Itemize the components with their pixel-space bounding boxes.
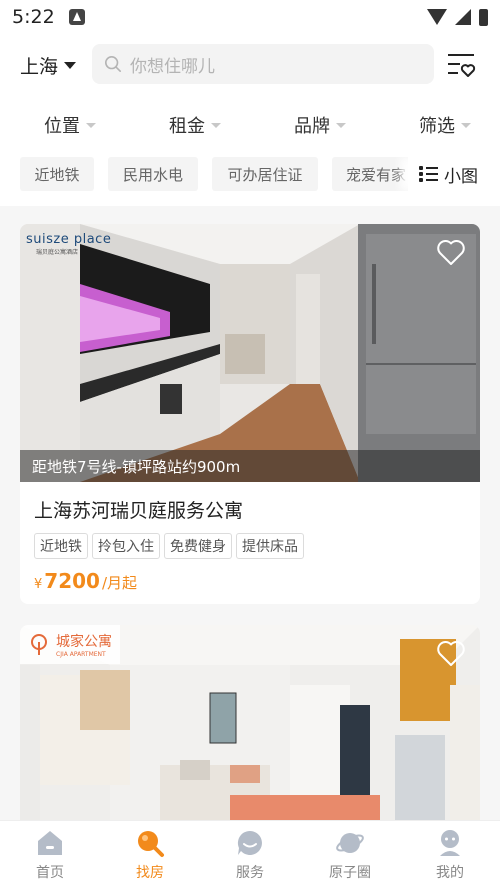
home-icon bbox=[38, 831, 62, 855]
brand-logo: 城家公寓 CJIA APARTMENT bbox=[20, 625, 120, 664]
listing-card[interactable]: suisze place 瑞贝庭公寓酒店 距地铁7号线-镇坪路站约900m 上海… bbox=[20, 224, 480, 604]
tab-label: 原子圈 bbox=[329, 865, 371, 881]
listing-photo: 城家公寓 CJIA APARTMENT bbox=[20, 625, 480, 820]
listing-tags: 近地铁 拎包入住 免费健身 提供床品 bbox=[34, 533, 480, 559]
listing-tag: 提供床品 bbox=[236, 533, 304, 559]
brand-subtitle: 瑞贝庭公寓酒店 bbox=[36, 249, 79, 256]
quick-tag-chip[interactable]: 近地铁 bbox=[20, 157, 94, 191]
triangle-down-icon bbox=[86, 122, 96, 128]
quick-tag-chip[interactable]: 民用水电 bbox=[108, 157, 198, 191]
bottom-tab-bar: 首页 找房 服务 原子圈 我的 bbox=[0, 820, 500, 888]
listing-tag: 拎包入住 bbox=[92, 533, 160, 559]
brand-mark-icon bbox=[31, 633, 47, 655]
quick-tag-chip[interactable]: 可办居住证 bbox=[212, 157, 318, 191]
filter-brand[interactable]: 品牌 bbox=[294, 112, 346, 138]
listing-card[interactable]: 城家公寓 CJIA APARTMENT bbox=[20, 625, 480, 820]
tab-label: 首页 bbox=[36, 865, 64, 881]
tab-service[interactable]: 服务 bbox=[200, 821, 300, 888]
user-icon bbox=[440, 830, 460, 856]
listing-tag: 近地铁 bbox=[34, 533, 88, 559]
brand-name: suisze place bbox=[26, 232, 112, 247]
favorites-list-icon[interactable] bbox=[446, 52, 476, 78]
tab-home[interactable]: 首页 bbox=[0, 821, 100, 888]
filter-location[interactable]: 位置 bbox=[44, 112, 96, 138]
triangle-down-icon bbox=[336, 122, 346, 128]
battery-icon bbox=[479, 8, 488, 26]
metro-distance-caption: 距地铁7号线-镇坪路站约900m bbox=[20, 450, 480, 482]
listing-photo: suisze place 瑞贝庭公寓酒店 距地铁7号线-镇坪路站约900m bbox=[20, 224, 480, 482]
city-label: 上海 bbox=[20, 56, 59, 78]
price-amount: 7200 bbox=[44, 569, 100, 593]
listing-tag: 免费健身 bbox=[164, 533, 232, 559]
view-toggle-button[interactable]: 小图 bbox=[408, 157, 500, 191]
service-chat-icon bbox=[237, 830, 262, 855]
planet-icon bbox=[336, 833, 364, 853]
cell-signal-icon bbox=[455, 9, 471, 25]
favorite-heart-icon[interactable] bbox=[436, 639, 466, 667]
caret-down-icon bbox=[64, 62, 77, 69]
filter-label: 租金 bbox=[169, 116, 205, 137]
tab-find-room[interactable]: 找房 bbox=[100, 821, 200, 888]
listing-price: ¥ 7200 /月起 bbox=[34, 569, 480, 593]
brand-name: 城家公寓 bbox=[56, 634, 112, 650]
brand-subtitle: CJIA APARTMENT bbox=[56, 651, 106, 658]
filter-more[interactable]: 筛选 bbox=[419, 112, 471, 138]
price-unit: /月起 bbox=[101, 574, 138, 592]
app-notification-icon bbox=[68, 9, 85, 25]
header: 上海 你想住哪儿 bbox=[0, 44, 500, 84]
brand-logo: suisze place 瑞贝庭公寓酒店 bbox=[20, 224, 117, 264]
filter-label: 位置 bbox=[44, 116, 80, 137]
tab-label: 找房 bbox=[136, 865, 164, 881]
filter-label: 筛选 bbox=[419, 116, 455, 137]
triangle-down-icon bbox=[211, 122, 221, 128]
search-bar[interactable]: 你想住哪儿 bbox=[92, 44, 434, 84]
search-placeholder: 你想住哪儿 bbox=[130, 56, 215, 77]
search-icon bbox=[104, 55, 122, 73]
status-icons bbox=[427, 8, 488, 26]
view-toggle-label: 小图 bbox=[444, 166, 478, 187]
wifi-icon bbox=[427, 9, 447, 25]
status-time: 5:22 bbox=[12, 6, 55, 28]
price-currency: ¥ bbox=[34, 577, 43, 592]
filter-bar: 位置 租金 品牌 筛选 bbox=[0, 112, 500, 140]
list-view-icon bbox=[419, 166, 438, 182]
tab-atom-circle[interactable]: 原子圈 bbox=[300, 821, 400, 888]
listing-title: 上海苏河瑞贝庭服务公寓 bbox=[34, 500, 244, 522]
filter-label: 品牌 bbox=[294, 116, 330, 137]
status-bar: 5:22 bbox=[0, 0, 500, 34]
tab-mine[interactable]: 我的 bbox=[400, 821, 500, 888]
tab-label: 我的 bbox=[436, 865, 464, 881]
filter-rent[interactable]: 租金 bbox=[169, 112, 221, 138]
city-selector[interactable]: 上海 bbox=[20, 52, 77, 79]
quick-tags: 近地铁 民用水电 可办居住证 宠爱有家 小图 bbox=[0, 157, 500, 191]
triangle-down-icon bbox=[461, 122, 471, 128]
favorite-heart-icon[interactable] bbox=[436, 238, 466, 266]
search-icon bbox=[138, 831, 164, 857]
tab-label: 服务 bbox=[236, 865, 264, 881]
